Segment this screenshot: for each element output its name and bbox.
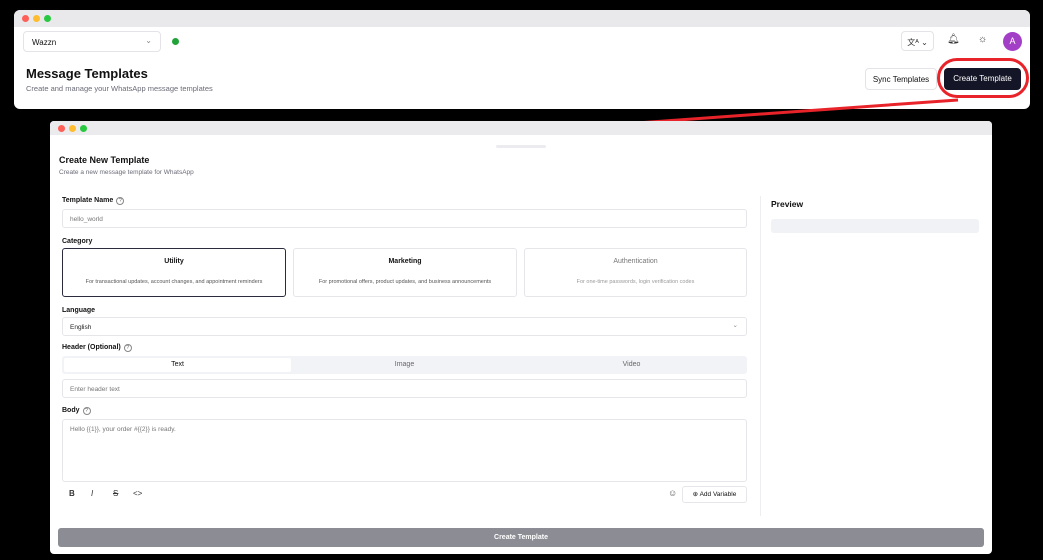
dialog-titlebar (50, 121, 992, 135)
tab-video[interactable]: Video (518, 358, 745, 372)
sync-templates-button[interactable]: Sync Templates (865, 68, 937, 90)
template-name-input[interactable]: hello_world (62, 209, 747, 228)
category-authentication-option[interactable]: Authentication For one-time passwords, l… (524, 248, 747, 297)
italic-button[interactable]: I (91, 489, 93, 498)
emoji-icon[interactable]: ☺ (668, 488, 677, 498)
close-window-dot[interactable] (58, 124, 65, 132)
minimize-window-dot[interactable] (69, 124, 76, 132)
maximize-window-dot[interactable] (44, 15, 51, 22)
add-variable-label: Add Variable (699, 491, 737, 498)
category-marketing-option[interactable]: Marketing For promotional offers, produc… (293, 248, 517, 297)
bell-icon[interactable]: 🔔︎ (947, 34, 960, 45)
body-label: Body? (62, 407, 91, 415)
preview-divider (760, 196, 761, 516)
language-label: Language (62, 307, 96, 314)
top-navbar: Wazzn ⌄ 文ᴬ ⌄ 🔔︎ ☼ A (14, 27, 1030, 57)
help-icon[interactable]: ? (123, 344, 132, 352)
language-select[interactable]: English ⌄ (62, 317, 747, 336)
category-title: Authentication (613, 258, 658, 265)
strikethrough-button[interactable]: S (113, 489, 118, 498)
category-title: Utility (164, 258, 184, 265)
preview-title: Preview (771, 199, 804, 209)
dialog-title: Create New Template (59, 155, 150, 165)
tab-text[interactable]: Text (64, 358, 291, 372)
avatar[interactable]: A (1003, 32, 1022, 51)
sun-icon[interactable]: ☼ (978, 34, 987, 45)
dialog-subtitle: Create a new message template for WhatsA… (59, 169, 194, 176)
translate-icon: 文ᴬ (907, 38, 919, 47)
category-description: For transactional updates, account chang… (85, 279, 263, 285)
page-subtitle: Create and manage your WhatsApp message … (26, 84, 213, 93)
template-name-label: Template Name? (62, 197, 125, 205)
code-button[interactable]: <> (133, 489, 142, 498)
body-textarea[interactable]: Hello {{1}}, your order #{{2}} is ready. (62, 419, 747, 482)
workspace-select[interactable]: Wazzn ⌄ (23, 31, 161, 52)
submit-create-template-button[interactable]: Create Template (58, 528, 984, 547)
dialog-window: Create New Template Create a new message… (50, 121, 992, 554)
language-value: English (70, 324, 92, 331)
highlight-ellipse (937, 58, 1029, 98)
maximize-window-dot[interactable] (80, 124, 87, 132)
add-variable-button[interactable]: ⊕ Add Variable (682, 486, 747, 503)
category-utility-option[interactable]: Utility For transactional updates, accou… (62, 248, 286, 297)
category-title: Marketing (388, 258, 422, 265)
help-icon[interactable]: ? (116, 197, 125, 205)
drag-handle[interactable] (496, 145, 546, 148)
category-description: For promotional offers, product updates,… (318, 279, 492, 285)
plus-circle-icon: ⊕ (692, 491, 699, 498)
chevron-down-icon: ⌄ (732, 322, 738, 329)
header-type-tabs: Text Image Video (62, 356, 747, 374)
page-title: Message Templates (26, 66, 148, 81)
workspace-name: Wazzn (32, 38, 57, 47)
chevron-down-icon: ⌄ (145, 36, 152, 45)
template-name-label-text: Template Name (62, 197, 114, 204)
connection-status-dot (172, 38, 179, 45)
window-titlebar (14, 10, 1030, 27)
category-description: For one-time passwords, login verificati… (576, 279, 695, 285)
main-window: Wazzn ⌄ 文ᴬ ⌄ 🔔︎ ☼ A Message Templates Cr… (14, 10, 1030, 109)
header-text-input[interactable]: Enter header text (62, 379, 747, 398)
close-window-dot[interactable] (22, 15, 29, 22)
category-label: Category (62, 238, 93, 245)
preview-placeholder (771, 219, 979, 233)
bold-button[interactable]: B (69, 489, 75, 498)
language-switcher[interactable]: 文ᴬ ⌄ (901, 31, 934, 51)
tab-image[interactable]: Image (291, 358, 518, 372)
help-icon[interactable]: ? (82, 407, 91, 415)
minimize-window-dot[interactable] (33, 15, 40, 22)
chevron-down-icon: ⌄ (921, 38, 928, 47)
header-label-text: Header (Optional) (62, 344, 121, 351)
header-label: Header (Optional)? (62, 344, 132, 352)
body-label-text: Body (62, 407, 80, 414)
